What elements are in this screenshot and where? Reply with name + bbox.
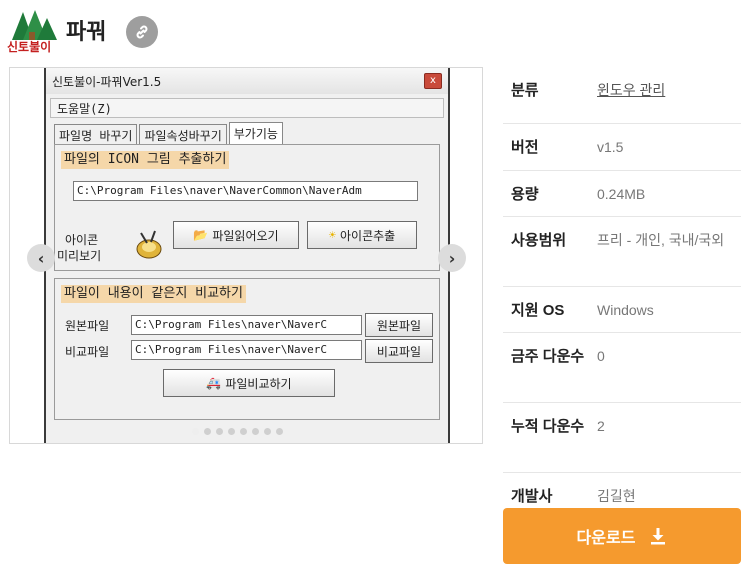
category-link[interactable]: 윈도우 관리 — [593, 79, 741, 123]
spec-value: v1.5 — [597, 139, 624, 155]
menu-bar: 도움말(Z) — [50, 98, 444, 118]
app-title: 파꿔 — [66, 20, 107, 45]
spec-key: 누적 다운수 — [511, 418, 585, 435]
window-tabs: 파일명 바꾸기 파일속성바꾸기 부가기능 — [54, 122, 444, 147]
download-label: 다운로드 — [576, 530, 636, 547]
compare-file-path: C:\Program Files\naver\NaverC — [131, 340, 362, 360]
spec-key: 분류 — [511, 82, 539, 99]
spec-row-category: 분류 윈도우 관리 — [503, 67, 741, 124]
truck-icon: 🚑 — [206, 376, 222, 390]
spec-row-license: 사용범위 프리 - 개인, 국내/국외 — [503, 217, 741, 287]
icon-path-field: C:\Program Files\naver\NaverCommon\Naver… — [73, 181, 418, 201]
spec-value: 프리 - 개인, 국내/국외 — [597, 232, 725, 248]
carousel-dot[interactable] — [228, 428, 235, 435]
app-logo: 신토불이 — [7, 6, 59, 56]
carousel-next-button[interactable]: › — [438, 244, 466, 272]
carousel-dot[interactable] — [204, 428, 211, 435]
run-compare-button: 🚑 파일비교하기 — [163, 369, 335, 397]
spec-key: 지원 OS — [511, 302, 565, 319]
carousel-dot[interactable] — [276, 428, 283, 435]
original-file-label: 원본파일 — [65, 319, 110, 333]
spec-value: 0 — [597, 348, 605, 364]
spec-key: 사용범위 — [511, 232, 567, 249]
folder-icon: 📂 — [193, 228, 209, 242]
spec-value: Windows — [597, 302, 654, 318]
chevron-right-icon: › — [448, 248, 456, 268]
program-screenshot: 신토불이-파꿔Ver1.5 x 도움말(Z) 파일명 바꾸기 파일속성바꾸기 부… — [44, 68, 450, 443]
spec-row-total-downloads: 누적 다운수 2 — [503, 403, 741, 473]
carousel-dot[interactable] — [264, 428, 271, 435]
spec-row-version: 버전 v1.5 — [503, 124, 741, 171]
compare-section-heading: 파일이 내용이 같은지 비교하기 — [61, 285, 246, 303]
download-icon — [651, 528, 666, 545]
spec-value: 0.24MB — [597, 186, 646, 202]
sun-icon: ☀ — [328, 228, 337, 242]
carousel-prev-button[interactable]: ‹ — [27, 244, 55, 272]
spec-row-size: 용량 0.24MB — [503, 171, 741, 217]
original-file-button: 원본파일 — [365, 313, 433, 337]
spec-key: 용량 — [511, 186, 539, 203]
carousel-dot[interactable] — [216, 428, 223, 435]
spec-key: 금주 다운수 — [511, 348, 585, 365]
preview-label-1: 아이콘 — [65, 233, 99, 247]
download-button[interactable]: 다운로드 — [503, 508, 741, 564]
icon-preview — [133, 227, 165, 261]
file-compare-panel: 파일이 내용이 같은지 비교하기 원본파일 C:\Program Files\n… — [54, 278, 440, 420]
spec-list: 분류 윈도우 관리 버전 v1.5 용량 0.24MB 사용범위 프리 - 개인… — [503, 67, 741, 519]
icon-extract-panel: 파일의 ICON 그림 추출하기 C:\Program Files\naver\… — [54, 144, 440, 271]
carousel-dots — [192, 428, 283, 435]
carousel-dot[interactable] — [192, 428, 199, 435]
chevron-left-icon: ‹ — [37, 248, 45, 268]
preview-label-2: 미리보기 — [57, 249, 102, 263]
close-icon: x — [424, 73, 442, 89]
menu-help: 도움말(Z) — [57, 101, 112, 116]
carousel-dot[interactable] — [240, 428, 247, 435]
screenshot-carousel: 신토불이-파꿔Ver1.5 x 도움말(Z) 파일명 바꾸기 파일속성바꾸기 부… — [9, 67, 483, 444]
tab-rename: 파일명 바꾸기 — [54, 124, 138, 144]
spec-value: 2 — [597, 418, 605, 434]
share-link-button[interactable] — [126, 16, 158, 48]
carousel-dot[interactable] — [252, 428, 259, 435]
run-compare-label: 파일비교하기 — [225, 376, 292, 391]
compare-file-button: 비교파일 — [365, 339, 433, 363]
read-file-button: 📂 파일읽어오기 — [173, 221, 299, 249]
compare-file-label: 비교파일 — [65, 345, 110, 359]
read-file-label: 파일읽어오기 — [212, 228, 279, 243]
extract-label: 아이콘추출 — [340, 228, 396, 243]
tab-attributes: 파일속성바꾸기 — [139, 124, 227, 144]
window-title: 신토불이-파꿔Ver1.5 — [52, 74, 162, 89]
spec-row-weekly-downloads: 금주 다운수 0 — [503, 333, 741, 403]
window-titlebar: 신토불이-파꿔Ver1.5 x — [46, 68, 448, 94]
original-file-path: C:\Program Files\naver\NaverC — [131, 315, 362, 335]
icon-section-heading: 파일의 ICON 그림 추출하기 — [61, 151, 230, 169]
extract-icon-button: ☀ 아이콘추출 — [307, 221, 417, 249]
spec-row-os: 지원 OS Windows — [503, 287, 741, 333]
spec-key: 버전 — [511, 139, 539, 156]
logo-text: 신토불이 — [7, 40, 52, 54]
link-icon — [136, 25, 148, 39]
